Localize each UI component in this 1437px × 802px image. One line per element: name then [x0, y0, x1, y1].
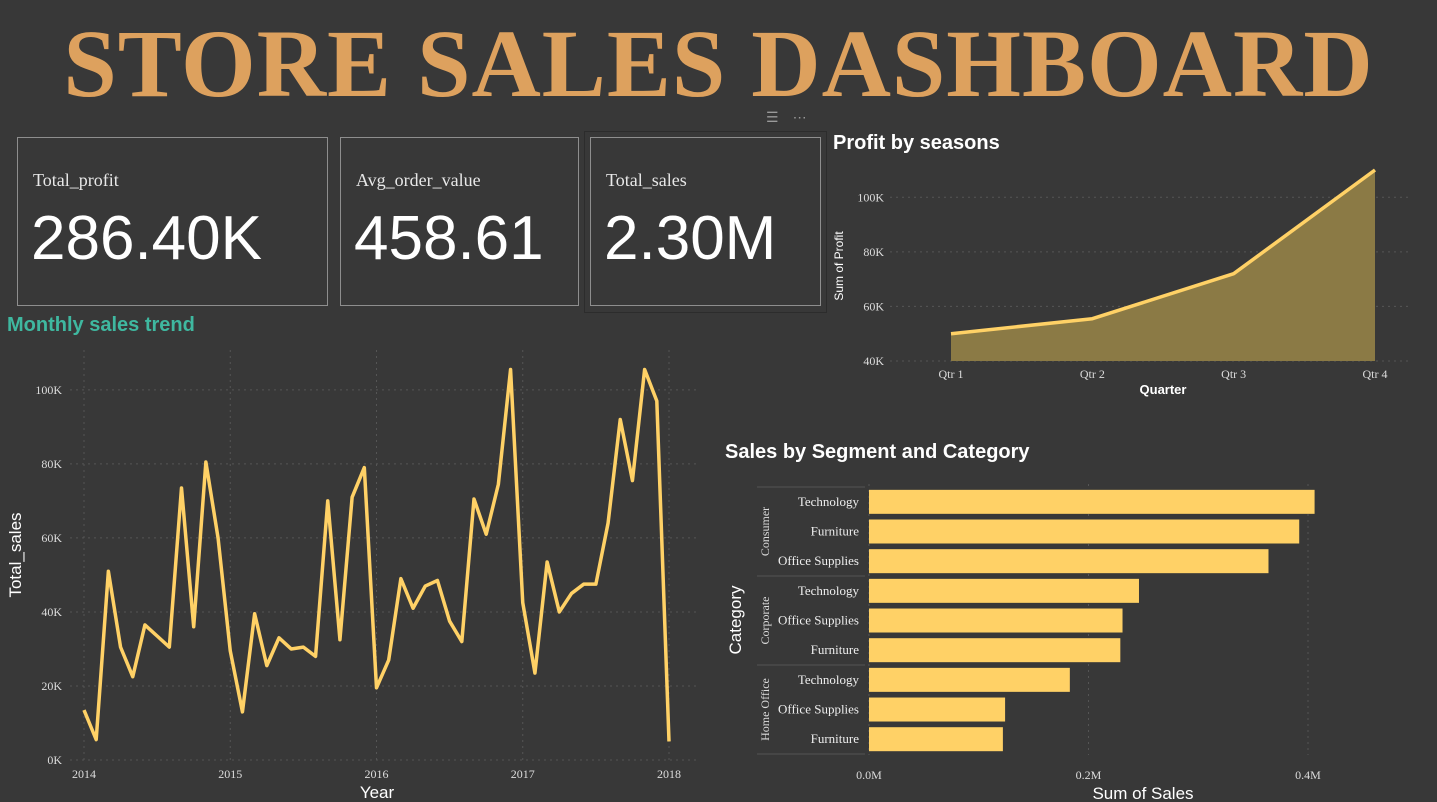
x-tick-label: 2015 [218, 767, 242, 781]
bar [869, 638, 1121, 663]
x-axis-label: Year [360, 783, 395, 802]
segment-chart-title: Sales by Segment and Category [725, 441, 1030, 463]
y-tick-label: 60K [41, 531, 62, 545]
segment-category-chart: 0.0M 0.2M 0.4M Technology Furniture Office Su… [726, 484, 1321, 802]
bar [869, 489, 1315, 514]
category-label: Furniture [811, 731, 860, 746]
kpi-label: Total_profit [33, 170, 119, 190]
visual-header-icons: ☰ ⋯ [766, 108, 807, 126]
category-label: Office Supplies [778, 613, 859, 628]
x-tick-label: 2016 [365, 767, 389, 781]
profit-chart-title: Profit by seasons [833, 132, 1000, 154]
category-label: Furniture [811, 524, 860, 539]
y-axis-label: Sum of Profit [832, 231, 846, 301]
kpi-value: 2.30M [604, 204, 777, 273]
kpi-card-total-sales[interactable]: Total_sales 2.30M [590, 137, 821, 306]
category-label: Technology [798, 494, 860, 509]
category-label: Furniture [811, 642, 860, 657]
kpi-card-total-profit[interactable]: Total_profit 286.40K [17, 137, 328, 306]
y-tick-label: 100K [857, 190, 884, 204]
category-label: Office Supplies [778, 553, 859, 568]
profit-by-seasons-chart[interactable]: 40K 60K 80K 100K Qtr 1 Qtr 2 Qtr 3 Qtr 4 Quarter… [0, 0, 1437, 802]
kpi-value: 458.61 [354, 204, 544, 273]
x-tick-label: 2017 [511, 767, 535, 781]
bar [869, 727, 1003, 752]
x-tick-label: Qtr 1 [939, 367, 964, 381]
bar [869, 578, 1139, 603]
bar [869, 667, 1070, 692]
y-axis-label: Total_sales [6, 512, 25, 597]
x-tick-label: Qtr 3 [1221, 367, 1246, 381]
kpi-label: Avg_order_value [356, 170, 481, 190]
kpi-card-avg-order-value[interactable]: Avg_order_value 458.61 [340, 137, 579, 306]
x-tick-label: Qtr 2 [1080, 367, 1105, 381]
x-axis-label: Quarter [1140, 382, 1187, 397]
x-tick-label: 2014 [72, 767, 96, 781]
bar [869, 697, 1006, 722]
monthly-sales-chart: 0K 20K 40K 60K 80K 100K 2014 2015 2016 2017 2018 Ye… [6, 350, 700, 802]
monthly-chart-title: Monthly sales trend [7, 314, 195, 336]
x-tick-label: 2018 [657, 767, 681, 781]
y-axis-label: Category [726, 585, 745, 654]
more-options-icon[interactable]: ⋯ [793, 110, 807, 124]
x-tick-label: 0.4M [1295, 768, 1321, 782]
profit-series-line [950, 168, 1377, 336]
bar [869, 519, 1300, 544]
monthly-sales-line [82, 367, 671, 742]
y-tick-label: 60K [863, 299, 884, 313]
bar [869, 608, 1123, 633]
bar [869, 549, 1269, 574]
segment-label: Home Office [758, 678, 772, 741]
segment-label: Corporate [758, 597, 772, 645]
y-tick-label: 40K [863, 354, 884, 368]
profit-area-group: 40K 60K 80K 100K Qtr 1 Qtr 2 Qtr 3 Qtr 4 Quarter… [832, 168, 1410, 397]
category-label: Technology [798, 583, 860, 598]
segment-label: Consumer [758, 507, 772, 556]
filter-icon[interactable]: ☰ [766, 110, 779, 124]
y-tick-label: 0K [47, 753, 62, 767]
category-label: Office Supplies [778, 702, 859, 717]
y-tick-label: 80K [863, 245, 884, 259]
category-label: Technology [798, 672, 860, 687]
profit-area-fill [951, 170, 1375, 361]
dashboard-title: STORE SALES DASHBOARD [63, 10, 1374, 117]
y-tick-label: 40K [41, 605, 62, 619]
y-tick-label: 20K [41, 679, 62, 693]
x-tick-label: 0.2M [1076, 768, 1102, 782]
x-tick-label: Qtr 4 [1363, 367, 1388, 381]
x-axis-label: Sum of Sales [1092, 784, 1193, 802]
kpi-label: Total_sales [606, 170, 687, 190]
x-tick-label: 0.0M [856, 768, 882, 782]
y-tick-label: 80K [41, 457, 62, 471]
kpi-value: 286.40K [31, 204, 262, 273]
y-tick-label: 100K [35, 383, 62, 397]
